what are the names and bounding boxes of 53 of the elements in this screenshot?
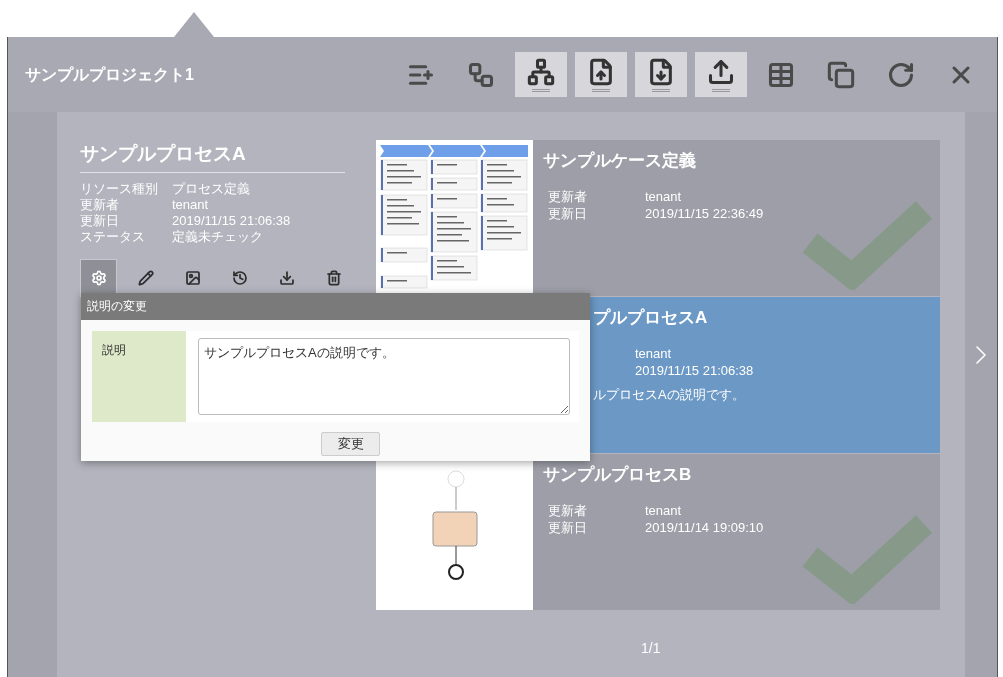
- checkmark-icon: [800, 512, 934, 604]
- file-upload-icon: [587, 57, 615, 86]
- resource-card[interactable]: サンプルプロセスB 更新者 tenant 更新日 2019/11/14 19:09:10: [533, 454, 940, 611]
- card-field-value: 2019/11/14 19:09:10: [645, 518, 764, 536]
- refresh-icon: [887, 60, 915, 89]
- card-field-label: 更新者: [548, 187, 588, 205]
- field-label: 更新日: [80, 212, 120, 229]
- history-icon: [231, 269, 248, 286]
- table-icon: [767, 60, 795, 89]
- image-icon: [184, 269, 201, 286]
- pencil-icon: [137, 269, 154, 286]
- field-value: 2019/11/15 21:06:38: [172, 212, 291, 229]
- upload-icon: [707, 57, 735, 86]
- dropdown-bar-icon: [652, 88, 670, 92]
- field-value: プロセス定義: [172, 180, 250, 197]
- card-title: プルプロセスA: [593, 307, 709, 329]
- download-icon: [278, 269, 295, 286]
- card-field-value: 2019/11/15 22:36:49: [645, 204, 764, 222]
- toolbar-button[interactable]: [635, 52, 687, 97]
- card-field-label: 更新日: [548, 204, 588, 222]
- dropdown-bar-icon: [532, 88, 550, 92]
- card-field-value: 2019/11/15 21:06:38: [635, 361, 754, 379]
- checkmark-icon: [800, 198, 934, 290]
- resource-card[interactable]: サンプルケース定義 更新者 tenant 更新日 2019/11/15 22:36:49: [533, 140, 940, 297]
- toolbar-button[interactable]: [515, 52, 567, 97]
- field-label: 説明: [92, 331, 186, 422]
- description-field[interactable]: サンプルプロセスAの説明です。: [198, 338, 570, 415]
- card-title: サンプルプロセスB: [543, 464, 693, 486]
- field-value: tenant: [172, 196, 209, 213]
- dialog-title: 説明の変更: [81, 293, 590, 320]
- field-label: リソース種別: [80, 180, 159, 197]
- field-label: ステータス: [80, 228, 146, 245]
- change-button[interactable]: 変更: [321, 432, 380, 456]
- project-title: サンプルプロジェクト1: [25, 64, 194, 85]
- card-field-value: tenant: [645, 187, 682, 205]
- dropdown-bar-icon: [712, 88, 730, 92]
- resource-title: サンプルプロセスA: [80, 140, 345, 173]
- card-description: ルプロセスAの説明です。: [593, 385, 746, 404]
- card-title: サンプルケース定義: [543, 150, 697, 172]
- file-download-icon: [647, 57, 675, 86]
- field-value: 定義未チェック: [172, 228, 263, 245]
- card-field-value: tenant: [645, 501, 682, 519]
- card-field-label: 更新日: [548, 518, 588, 536]
- action-button[interactable]: [80, 258, 117, 297]
- toolbar-button[interactable]: [695, 52, 747, 97]
- field-label: 更新者: [80, 196, 120, 213]
- settings-icon: [90, 269, 107, 286]
- card-field-value: tenant: [635, 344, 672, 362]
- trash-icon: [325, 269, 342, 286]
- dropdown-bar-icon: [592, 88, 610, 92]
- card-field-label: 更新者: [548, 501, 588, 519]
- page-indicator: 1/1: [641, 639, 661, 658]
- toolbar-button[interactable]: [575, 52, 627, 97]
